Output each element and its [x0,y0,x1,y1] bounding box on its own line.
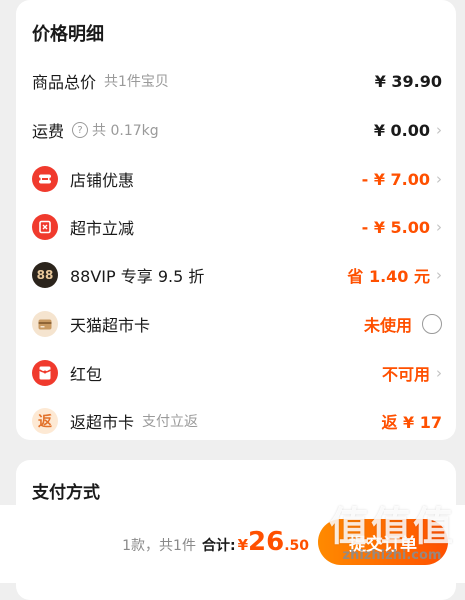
supermarket-discount-label: 超市立减 [70,219,135,238]
discount-tag-icon [32,214,58,240]
total-currency: ¥ [237,536,248,554]
cashback-value: 返 ¥ 17 [381,413,442,432]
row-88vip[interactable]: 88 88VIP 专享 9.5 折 省 1.40 元 › [16,255,456,295]
chevron-right-icon: › [436,266,442,284]
red-packet-status: 不可用 [381,365,430,384]
88vip-label: 88VIP 专享 9.5 折 [70,267,205,286]
tmall-card-radio[interactable] [422,314,442,334]
chevron-right-icon: › [436,121,442,139]
shop-coupon-icon [32,166,58,192]
tmall-card-label: 天猫超市卡 [70,316,151,335]
row-tmall-card[interactable]: 天猫超市卡 未使用 [16,304,456,344]
goods-total-value: ¥ 39.90 [374,71,442,91]
88vip-saving-value: 省 1.40 元 [347,267,430,286]
chevron-right-icon: › [436,218,442,236]
cashback-sublabel: 支付立返 [142,414,199,430]
row-supermarket-discount[interactable]: 超市立减 - ¥ 5.00 › [16,207,456,247]
tmall-card-status: 未使用 [363,316,412,335]
total-amount-integer: 26 [248,527,285,557]
shipping-weight-sublabel: 共 0.17kg [92,123,159,139]
order-summary: 1款，共1件 合计: ¥ 26 .50 [122,527,309,557]
total-amount-decimal: .50 [284,538,309,554]
row-shop-discount[interactable]: 店铺优惠 - ¥ 7.00 › [16,159,456,199]
red-packet-label: 红包 [70,365,103,384]
cashback-icon: 返 [32,408,58,434]
red-packet-icon [32,360,58,386]
shipping-label: 运费 [32,122,65,141]
price-detail-card: 价格明细 商品总价 共1件宝贝 ¥ 39.90 运费 ? 共 0.17kg ¥ … [16,0,456,440]
shipping-value: ¥ 0.00 [373,120,430,140]
card-icon [32,311,58,337]
help-icon[interactable]: ? [72,122,89,138]
submit-order-button[interactable]: 提交订单 [318,519,448,565]
row-cashback-card: 返 返超市卡 支付立返 返 ¥ 17 [16,401,456,441]
shop-discount-label: 店铺优惠 [70,171,135,190]
chevron-right-icon: › [436,364,442,382]
row-shipping[interactable]: 运费 ? 共 0.17kg ¥ 0.00 › [16,110,456,150]
total-label: 合计: [201,538,236,554]
shop-discount-value: - ¥ 7.00 [361,169,430,189]
payment-method-title: 支付方式 [32,483,100,503]
supermarket-discount-value: - ¥ 5.00 [361,217,430,237]
row-goods-total: 商品总价 共1件宝贝 ¥ 39.90 [16,61,456,101]
item-count-text: 1款，共1件 [122,538,196,554]
checkout-bar: 1款，共1件 合计: ¥ 26 .50 提交订单 [0,505,465,583]
chevron-right-icon: › [436,170,442,188]
price-detail-title: 价格明细 [32,24,104,45]
row-red-packet[interactable]: 红包 不可用 › [16,353,456,393]
goods-total-label: 商品总价 [32,73,97,92]
cashback-label: 返超市卡 [70,413,135,432]
88vip-badge-icon: 88 [32,262,58,288]
goods-count-sublabel: 共1件宝贝 [104,74,169,90]
